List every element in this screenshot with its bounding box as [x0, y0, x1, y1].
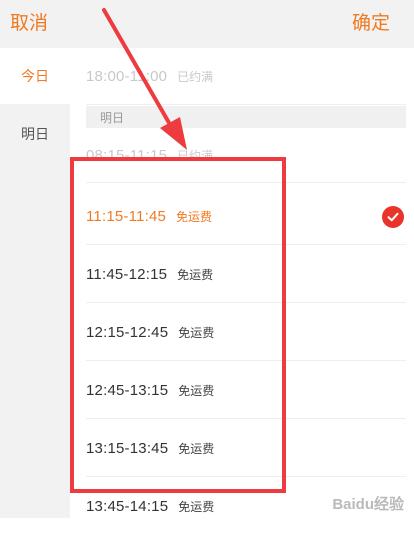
slot-time: 13:45-14:15 — [86, 497, 169, 515]
slot-time: 11:15-11:45 — [86, 207, 167, 225]
slot-status: 免运费 — [178, 441, 215, 456]
slot-status: 免运费 — [176, 209, 213, 224]
day-sidebar: 今日 明日 — [0, 48, 70, 518]
time-slot-row[interactable]: 08:15-11:15 已约满 — [86, 128, 406, 183]
sidebar-item-tomorrow[interactable]: 明日 — [0, 106, 70, 162]
cancel-button[interactable]: 取消 — [10, 8, 48, 35]
time-slot-row[interactable]: 18:00-11:00 已约满 — [86, 48, 406, 105]
slot-time: 11:45-12:15 — [86, 265, 168, 283]
slot-status: 已约满 — [177, 69, 214, 84]
slot-time: 13:15-13:45 — [86, 439, 169, 457]
time-slot-row[interactable]: 13:15-13:45 免运费 — [86, 420, 406, 477]
time-slot-row[interactable]: 11:45-12:15 免运费 — [86, 246, 406, 303]
watermark-text: Baidu经验 — [332, 496, 404, 513]
time-slot-row[interactable]: 12:45-13:15 免运费 — [86, 362, 406, 419]
slot-status: 免运费 — [178, 499, 215, 514]
confirm-button[interactable]: 确定 — [352, 8, 390, 35]
sidebar-item-today[interactable]: 今日 — [0, 48, 70, 104]
slot-time: 12:15-12:45 — [86, 323, 169, 341]
slot-time: 18:00-11:00 — [86, 67, 168, 85]
time-slot-row-selected[interactable]: 11:15-11:45 免运费 — [86, 188, 406, 245]
slot-time: 12:45-13:15 — [86, 381, 169, 399]
slot-time: 08:15-11:15 — [86, 146, 168, 164]
slot-status: 免运费 — [178, 325, 215, 340]
selected-check-icon — [382, 206, 404, 228]
slot-status: 免运费 — [178, 383, 215, 398]
watermark-logo: Baidu经验 — [332, 493, 404, 514]
slot-status: 已约满 — [177, 148, 214, 163]
top-bar: 取消 确定 — [0, 0, 414, 48]
time-slot-row[interactable]: 12:15-12:45 免运费 — [86, 304, 406, 361]
time-slot-list: 18:00-11:00 已约满 明日 08:15-11:15 已约满 11:15… — [70, 48, 414, 518]
section-header-tomorrow: 明日 — [86, 106, 406, 128]
slot-status: 免运费 — [177, 267, 214, 282]
